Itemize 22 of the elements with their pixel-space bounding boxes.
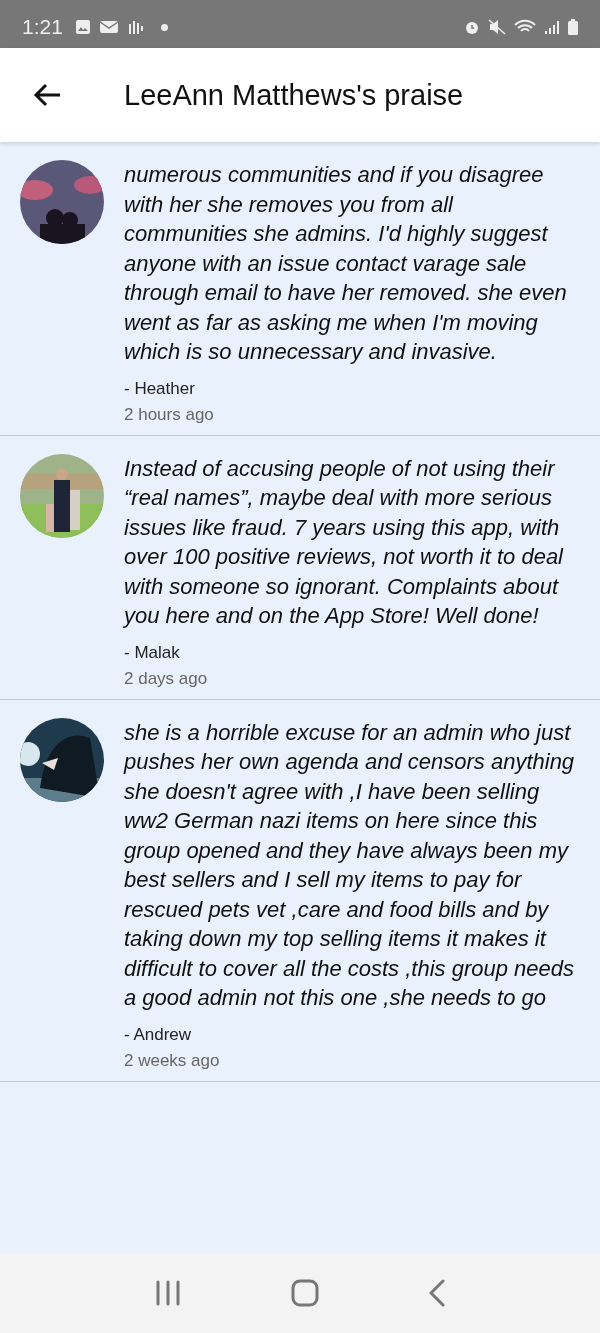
mute-icon: [488, 19, 506, 35]
review-text: Instead of accusing people of not using their “real names”, maybe deal with more serious issues like fraud. 7 years using this app, with over 100 positive reviews, not worth it to deal with someone so ignorant. Complaints about you here and on the App Store! Well done!: [124, 454, 565, 630]
review-author: - Andrew: [124, 1024, 193, 1045]
review-time: 2 weeks ago: [124, 1050, 221, 1071]
mail-icon: [98, 20, 119, 34]
recent-apps-icon[interactable]: [155, 1280, 181, 1306]
battery-icon: [568, 19, 578, 35]
review-text: numerous communities and if you disagree with her she removes you from all communities she admins. I'd highly suggest anyone with an issue contact varage sale through email to have her removed. she even went as far as asking me when I'm moving which is so unnecessary and invasive.: [124, 161, 568, 366]
review-author: - Heather: [124, 378, 196, 399]
signal-icon: [544, 19, 560, 35]
image-icon: [74, 19, 91, 35]
alarm-icon: [464, 19, 480, 35]
home-icon[interactable]: [291, 1279, 319, 1307]
review-author: - Malak: [124, 642, 181, 663]
back-icon[interactable]: [429, 1279, 445, 1307]
review-text: she is a horrible excuse for an admin who just pushes her own agenda and censors anything she doesn't agree with ,I have been selling ww2 German nazi items on here since this group opened and they have always been my best sellers and I sell my items to pay for rescued pets vet ,care and food bills and by taking down my top selling items it makes it difficult to cover all the costs ,this group needs a good admin not this one ,she needs to go: [124, 718, 576, 1012]
review-time: 2 hours ago: [124, 404, 215, 425]
page-title: LeeAnn Matthews's praise: [124, 78, 464, 112]
back-arrow-icon: [32, 82, 62, 108]
review-time: 2 days ago: [124, 668, 209, 689]
dot-icon: [160, 23, 168, 31]
status-time: 1:21: [22, 15, 63, 39]
